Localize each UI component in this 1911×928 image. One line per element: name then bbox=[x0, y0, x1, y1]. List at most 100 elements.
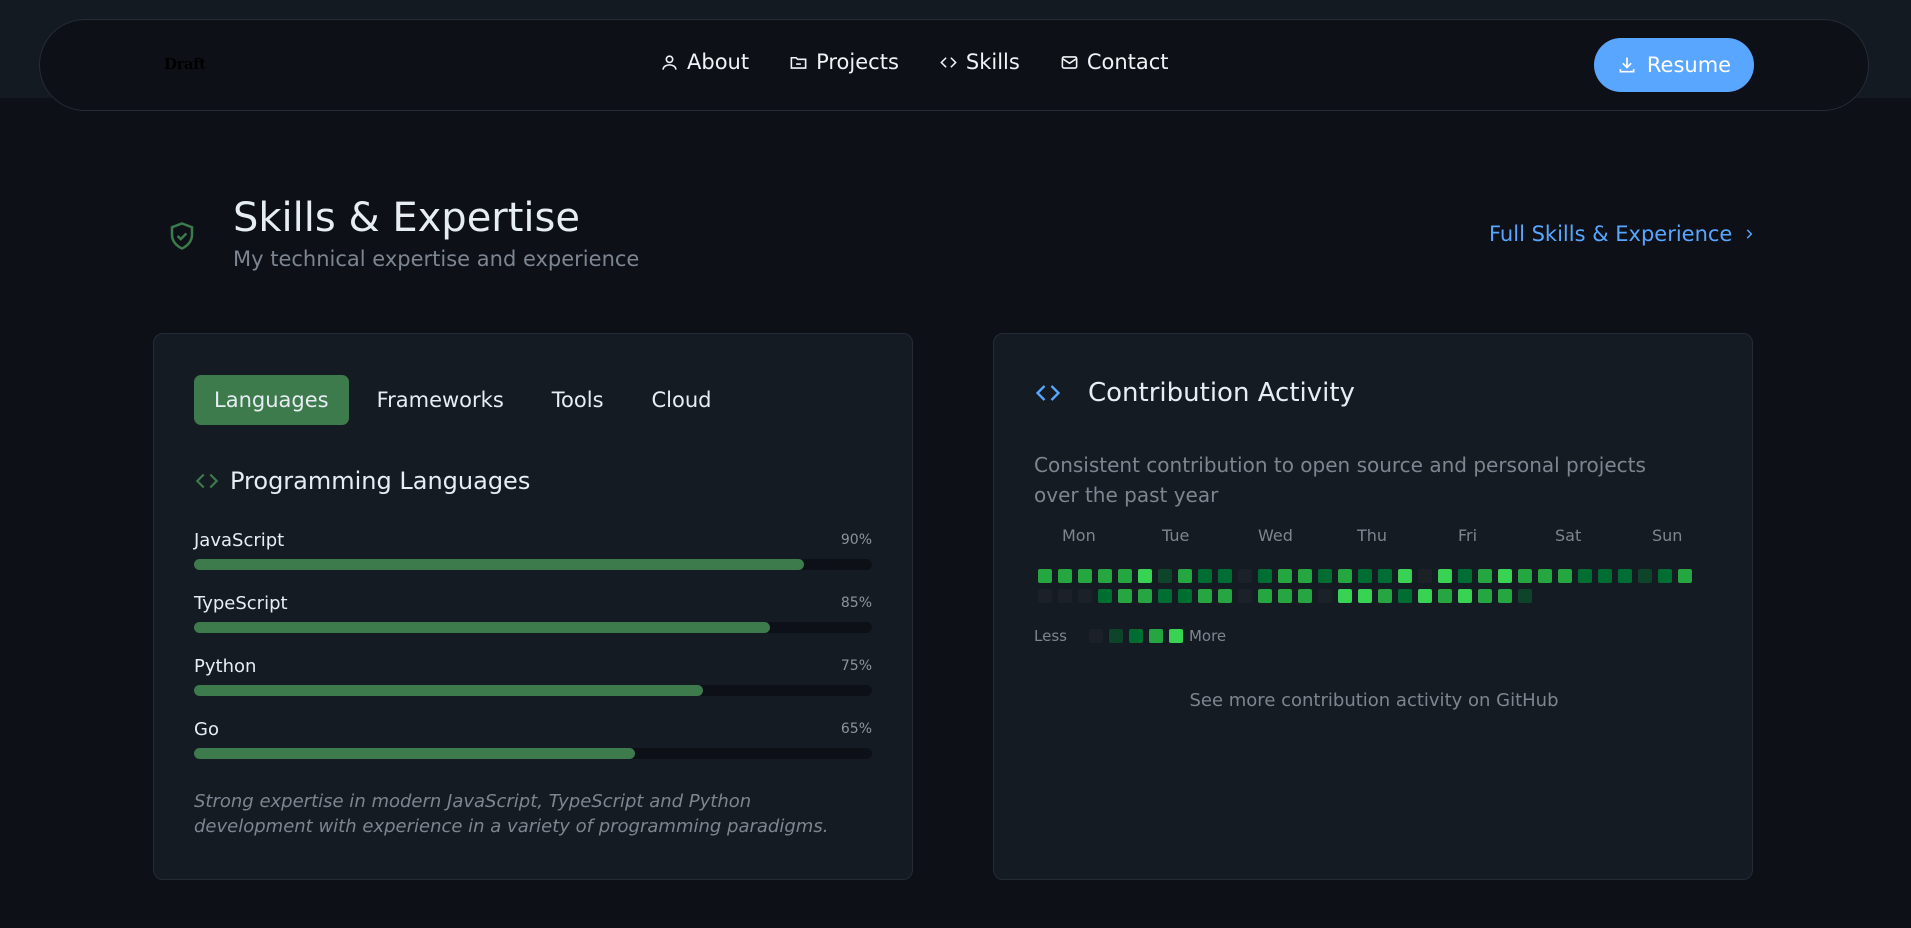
contribution-cell bbox=[1418, 569, 1432, 583]
progress-track bbox=[194, 559, 872, 570]
contribution-cell bbox=[1378, 589, 1392, 603]
contribution-cell bbox=[1218, 589, 1232, 603]
contribution-cell bbox=[1358, 569, 1372, 583]
section-title: Skills & Expertise bbox=[233, 195, 580, 241]
contribution-cell bbox=[1078, 569, 1092, 583]
legend-swatch bbox=[1108, 629, 1123, 643]
nav-item-contact[interactable]: Contact bbox=[1060, 50, 1169, 74]
progress-track bbox=[194, 685, 872, 696]
contribution-cell bbox=[1518, 569, 1532, 583]
contribution-cell bbox=[1238, 569, 1252, 583]
contribution-cell bbox=[1178, 569, 1192, 583]
contribution-cell bbox=[1198, 589, 1212, 603]
nav-label: Projects bbox=[816, 50, 899, 74]
tab-languages[interactable]: Languages bbox=[194, 375, 349, 425]
code-icon bbox=[195, 473, 219, 489]
contribution-cell bbox=[1398, 589, 1412, 603]
skill-percent: 65% bbox=[840, 721, 872, 737]
contribution-cell bbox=[1418, 589, 1432, 603]
chevron-right-icon bbox=[1747, 229, 1753, 239]
full-skills-label: Full Skills & Experience bbox=[1489, 222, 1733, 246]
contribution-cell bbox=[1338, 569, 1352, 583]
tab-frameworks[interactable]: Frameworks bbox=[357, 375, 524, 425]
code-icon bbox=[1035, 385, 1061, 401]
contribution-cell bbox=[1098, 569, 1112, 583]
nav-label: Skills bbox=[965, 50, 1020, 74]
progress-fill bbox=[194, 685, 703, 696]
contribution-cell bbox=[1658, 569, 1672, 583]
contribution-cell bbox=[1338, 589, 1352, 603]
day-labels: Mon Tue Wed Thu Fri Sat Sun bbox=[1034, 526, 1704, 550]
resume-label: Resume bbox=[1646, 53, 1732, 77]
contribution-cell bbox=[1198, 569, 1212, 583]
skill-item: JavaScript 90% bbox=[194, 530, 872, 593]
contribution-cell bbox=[1318, 589, 1332, 603]
folder-icon bbox=[790, 56, 807, 69]
skill-percent: 90% bbox=[840, 532, 872, 548]
contribution-cell bbox=[1638, 569, 1652, 583]
contribution-cell bbox=[1378, 569, 1392, 583]
progress-fill bbox=[194, 559, 805, 570]
contribution-cell bbox=[1038, 589, 1052, 603]
contribution-cell bbox=[1518, 589, 1532, 603]
skills-card: Languages Frameworks Tools Cloud Program… bbox=[153, 333, 913, 880]
skills-note: Strong expertise in modern JavaScript, T… bbox=[194, 791, 829, 837]
contribution-card: Contribution Activity Consistent contrib… bbox=[993, 333, 1753, 880]
shield-check-icon bbox=[170, 222, 194, 250]
contribution-cell bbox=[1158, 569, 1172, 583]
day-label: Thu bbox=[1357, 526, 1388, 545]
contribution-cell bbox=[1058, 589, 1072, 603]
legend-swatch bbox=[1128, 629, 1143, 643]
contribution-cell bbox=[1038, 569, 1052, 583]
contribution-cell bbox=[1098, 589, 1112, 603]
contribution-cell bbox=[1138, 589, 1152, 603]
day-label: Fri bbox=[1458, 526, 1478, 545]
contribution-cell bbox=[1298, 589, 1312, 603]
skill-item: Go 65% bbox=[194, 719, 872, 782]
skill-name: JavaScript bbox=[194, 530, 285, 551]
nav-links: About Projects Skills Contact bbox=[660, 50, 1209, 74]
contribution-cell bbox=[1118, 589, 1132, 603]
github-activity-link[interactable]: See more contribution activity on GitHub bbox=[994, 690, 1754, 711]
contribution-cell bbox=[1398, 569, 1412, 583]
user-icon bbox=[662, 54, 677, 70]
skill-item: Python 75% bbox=[194, 656, 872, 719]
day-label: Sun bbox=[1652, 526, 1683, 545]
contribution-cell bbox=[1298, 569, 1312, 583]
legend-swatch bbox=[1088, 629, 1103, 643]
nav-item-projects[interactable]: Projects bbox=[789, 50, 899, 74]
skill-item: TypeScript 85% bbox=[194, 593, 872, 656]
contribution-cell bbox=[1318, 569, 1332, 583]
tab-tools[interactable]: Tools bbox=[532, 375, 624, 425]
logo[interactable]: Draft bbox=[164, 55, 206, 73]
contribution-legend: Less More bbox=[1034, 627, 1226, 645]
navbar: Draft About Projects Skills Contact Resu… bbox=[39, 19, 1869, 111]
contribution-cell bbox=[1438, 589, 1452, 603]
skill-name: Python bbox=[194, 656, 257, 677]
contribution-cell bbox=[1218, 569, 1232, 583]
contribution-heading: Contribution Activity bbox=[1034, 378, 1355, 408]
contribution-cell bbox=[1678, 569, 1692, 583]
contribution-cell bbox=[1238, 589, 1252, 603]
skill-percent: 75% bbox=[840, 658, 872, 674]
skill-name: Go bbox=[194, 719, 219, 740]
contribution-cell bbox=[1538, 569, 1552, 583]
skill-list: JavaScript 90% TypeScript 85% Python 75%… bbox=[194, 530, 872, 782]
day-label: Tue bbox=[1162, 526, 1190, 545]
code-icon bbox=[940, 56, 957, 68]
resume-button[interactable]: Resume bbox=[1594, 38, 1754, 92]
full-skills-link[interactable]: Full Skills & Experience bbox=[1489, 222, 1756, 246]
contribution-cell bbox=[1138, 569, 1152, 583]
contribution-cell bbox=[1498, 589, 1512, 603]
progress-fill bbox=[194, 748, 635, 759]
nav-item-about[interactable]: About bbox=[660, 50, 749, 74]
contribution-cell bbox=[1458, 569, 1472, 583]
nav-item-skills[interactable]: Skills bbox=[939, 50, 1020, 74]
tab-cloud[interactable]: Cloud bbox=[632, 375, 732, 425]
nav-label: Contact bbox=[1086, 50, 1169, 74]
contribution-cell bbox=[1178, 589, 1192, 603]
contribution-cell bbox=[1278, 589, 1292, 603]
contribution-cell bbox=[1258, 569, 1272, 583]
day-label: Wed bbox=[1258, 526, 1293, 545]
progress-track bbox=[194, 622, 872, 633]
